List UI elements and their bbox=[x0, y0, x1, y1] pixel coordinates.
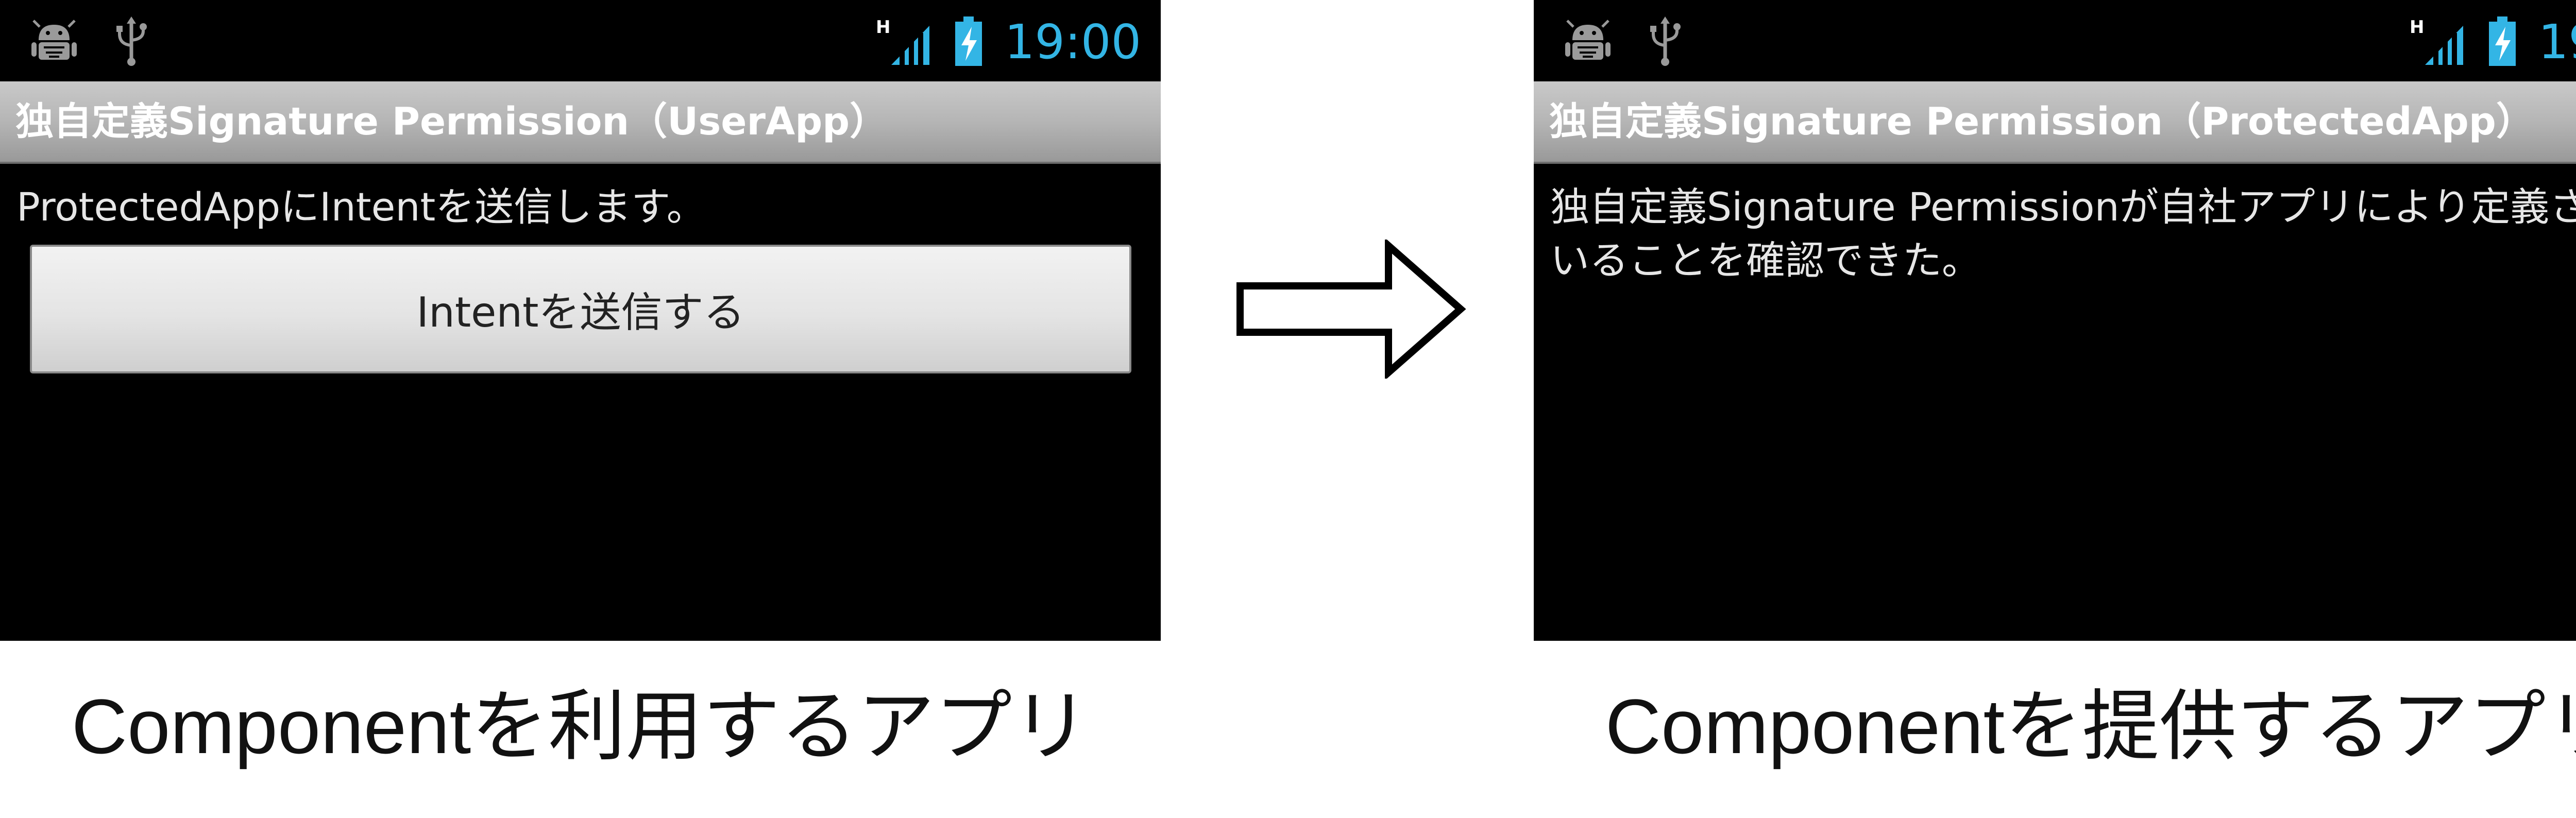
send-intent-button-label: Intentを送信する bbox=[416, 288, 745, 336]
status-bar: H 19:00 bbox=[0, 0, 1161, 81]
signal-icon: H bbox=[2410, 15, 2466, 67]
app-title: 独自定義Signature Permission（ProtectedApp） bbox=[1549, 99, 2534, 144]
message-text: ProtectedAppにIntentを送信します。 bbox=[16, 184, 706, 230]
protected-app-screen: H 19:00 独自定義Signature Permission（Protect… bbox=[1534, 0, 2576, 641]
action-bar: 独自定義Signature Permission（UserApp） bbox=[0, 81, 1161, 164]
signal-icon: H bbox=[876, 15, 933, 67]
caption-protected-app: Componentを提供するアプリ bbox=[1605, 683, 2576, 770]
svg-text:H: H bbox=[2410, 17, 2424, 38]
status-clock: 19:00 bbox=[1004, 14, 1141, 70]
status-clock: 19:00 bbox=[2538, 14, 2576, 70]
right-arrow-outline-icon bbox=[1234, 240, 1468, 379]
svg-text:H: H bbox=[876, 17, 890, 38]
message-text: 独自定義Signature Permissionが自社アプリにより定義されている… bbox=[1550, 184, 2576, 283]
user-app-screen: H 19:00 独自定義Signature Permission（UserApp… bbox=[0, 0, 1161, 641]
send-intent-button[interactable]: Intentを送信する bbox=[30, 245, 1131, 373]
usb-icon bbox=[113, 15, 149, 67]
battery-charging-icon bbox=[2487, 15, 2518, 67]
app-title: 独自定義Signature Permission（UserApp） bbox=[15, 99, 888, 144]
android-debug-icon bbox=[28, 15, 80, 67]
battery-charging-icon bbox=[953, 15, 984, 67]
action-bar: 独自定義Signature Permission（ProtectedApp） bbox=[1534, 81, 2576, 164]
android-debug-icon bbox=[1562, 15, 1614, 67]
caption-user-app: Componentを利用するアプリ bbox=[71, 683, 1090, 770]
usb-icon bbox=[1647, 15, 1683, 67]
status-bar: H 19:00 bbox=[1534, 0, 2576, 81]
